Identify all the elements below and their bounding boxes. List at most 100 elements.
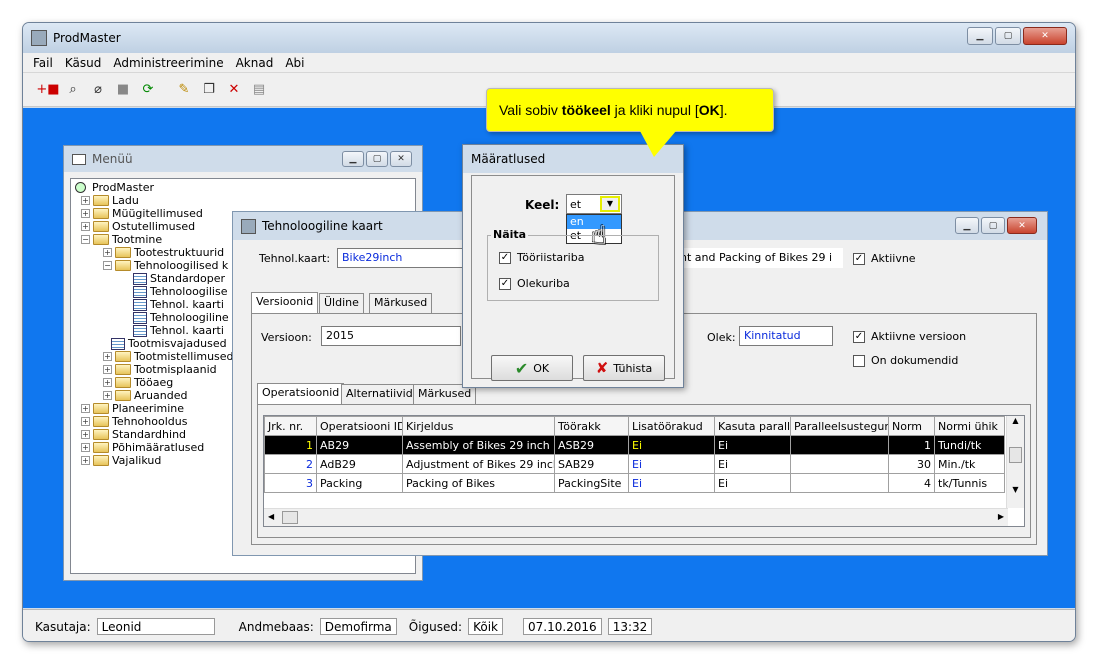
cell[interactable]: [790, 435, 889, 455]
checkmark-icon: ✓: [853, 331, 865, 343]
cell[interactable]: 30: [888, 454, 935, 474]
menu-kasud[interactable]: Käsud: [65, 56, 102, 70]
callout-bold: töökeel: [561, 102, 611, 118]
cell[interactable]: 2: [264, 454, 317, 474]
tree-item[interactable]: ProdMaster: [75, 181, 415, 194]
scroll-up-icon[interactable]: ▲: [1007, 416, 1024, 425]
cell[interactable]: [790, 473, 889, 493]
cell[interactable]: PackingSite: [554, 473, 629, 493]
state-label: Olek:: [707, 331, 736, 344]
cell[interactable]: AB29: [316, 435, 403, 455]
cell[interactable]: [790, 454, 889, 474]
eraser-icon[interactable]: ⌀: [87, 79, 109, 101]
tab-alternatiivid[interactable]: Alternatiivid: [341, 384, 418, 404]
menu-window-titlebar: Menüü ▁ ▢ ✕: [64, 146, 422, 172]
menu-close-button[interactable]: ✕: [390, 151, 412, 167]
table-row[interactable]: 3 Packing Packing of Bikes PackingSite E…: [264, 473, 1005, 493]
delete-icon[interactable]: ✕: [223, 79, 245, 101]
cell[interactable]: 1: [888, 435, 935, 455]
column-header[interactable]: Lisatöörakud: [628, 416, 715, 436]
cell[interactable]: AdB29: [316, 454, 403, 474]
minimize-button[interactable]: ▁: [967, 27, 993, 45]
tree-item[interactable]: + Ladu: [75, 194, 415, 207]
horizontal-scrollbar[interactable]: ◀ ▶: [264, 508, 1008, 526]
tab-operatsioonid[interactable]: Operatsioonid: [257, 383, 345, 405]
add-record-icon[interactable]: +■: [36, 79, 59, 101]
cell[interactable]: Ei: [628, 435, 715, 455]
table-row[interactable]: 1 AB29 Assembly of Bikes 29 inch ASB29 E…: [264, 435, 1005, 455]
print-icon[interactable]: ▤: [248, 79, 270, 101]
cell[interactable]: Packing: [316, 473, 403, 493]
scroll-down-icon[interactable]: ▼: [1007, 485, 1024, 494]
column-header[interactable]: Operatsiooni ID: [316, 416, 403, 436]
cancel-button[interactable]: ✘ Tühista: [583, 355, 665, 381]
binoculars-icon[interactable]: ⌕: [62, 79, 84, 101]
ok-button[interactable]: ✔ OK: [491, 355, 573, 381]
tech-minimize-button[interactable]: ▁: [955, 217, 979, 234]
scroll-left-icon[interactable]: ◀: [268, 512, 274, 521]
menu-abi[interactable]: Abi: [285, 56, 304, 70]
menu-fail[interactable]: Fail: [33, 56, 53, 70]
toolbar-checkbox[interactable]: ✓ Tööriistariba: [499, 251, 584, 264]
card-label: Tehnol.kaart:: [259, 252, 331, 265]
language-select[interactable]: et ▼: [566, 194, 622, 214]
show-group-label: Näita: [491, 228, 529, 241]
cell[interactable]: SAB29: [554, 454, 629, 474]
version-field[interactable]: 2015: [321, 326, 461, 346]
column-header[interactable]: Paralleelsustegur: [790, 416, 889, 436]
cell[interactable]: 3: [264, 473, 317, 493]
column-header[interactable]: Normi ühik: [934, 416, 1005, 436]
cell[interactable]: Tundi/tk: [934, 435, 1005, 455]
cell[interactable]: tk/Tunnis: [934, 473, 1005, 493]
column-header[interactable]: Norm: [888, 416, 935, 436]
description-field[interactable]: nt and Packing of Bikes 29 i: [675, 248, 843, 268]
column-header[interactable]: Kirjeldus: [402, 416, 555, 436]
refresh-icon[interactable]: ⟳: [137, 79, 159, 101]
active-checkbox[interactable]: ✓ Aktiivne: [853, 252, 916, 265]
state-field[interactable]: Kinnitatud: [739, 326, 833, 346]
active-version-checkbox[interactable]: ✓ Aktiivne versioon: [853, 330, 966, 343]
column-header[interactable]: Kasuta parall.: [714, 416, 791, 436]
tech-maximize-button[interactable]: ▢: [981, 217, 1005, 234]
menu-minimize-button[interactable]: ▁: [342, 151, 364, 167]
tab-markused[interactable]: Märkused: [369, 293, 433, 313]
card-field[interactable]: Bike29inch: [337, 248, 467, 268]
chevron-down-icon[interactable]: ▼: [600, 196, 620, 212]
cell[interactable]: Assembly of Bikes 29 inch: [402, 435, 555, 455]
column-header[interactable]: Jrk. nr.: [264, 416, 317, 436]
statusbar-checkbox[interactable]: ✓ Olekuriba: [499, 277, 570, 290]
cell[interactable]: ASB29: [554, 435, 629, 455]
cell[interactable]: Ei: [714, 435, 791, 455]
cell[interactable]: Ei: [714, 454, 791, 474]
statusbar: Kasutaja: Leonid Andmebaas: Demofirma Õi…: [23, 609, 1075, 641]
menu-maximize-button[interactable]: ▢: [366, 151, 388, 167]
tab-uldine[interactable]: Üldine: [319, 293, 364, 313]
scroll-right-icon[interactable]: ▶: [998, 512, 1004, 521]
maximize-button[interactable]: ▢: [995, 27, 1021, 45]
tech-close-button[interactable]: ✕: [1007, 217, 1037, 234]
cell[interactable]: 4: [888, 473, 935, 493]
cell[interactable]: 1: [264, 435, 317, 455]
tech-card-title: Tehnoloogiline kaart: [262, 219, 383, 233]
window-icon[interactable]: ❐: [198, 79, 220, 101]
cell[interactable]: Ei: [628, 454, 715, 474]
folder-icon: [115, 390, 131, 401]
app-icon: [31, 30, 47, 46]
cell[interactable]: Ei: [714, 473, 791, 493]
table-row[interactable]: 2 AdB29 Adjustment of Bikes 29 inch SAB2…: [264, 454, 1005, 474]
close-button[interactable]: ✕: [1023, 27, 1067, 45]
tab-versioonid[interactable]: Versioonid: [251, 292, 319, 314]
cell[interactable]: Packing of Bikes: [402, 473, 555, 493]
menu-aknad[interactable]: Aknad: [236, 56, 274, 70]
scroll-thumb[interactable]: [1009, 447, 1022, 463]
menu-administreerimine[interactable]: Administreerimine: [113, 56, 223, 70]
cell[interactable]: Min./tk: [934, 454, 1005, 474]
column-header[interactable]: Töörakk: [554, 416, 629, 436]
cell[interactable]: Adjustment of Bikes 29 inch: [402, 454, 555, 474]
hscroll-thumb[interactable]: [282, 511, 298, 524]
has-documents-checkbox[interactable]: On dokumendid: [853, 354, 958, 367]
new-document-icon[interactable]: ✎: [173, 79, 195, 101]
cell[interactable]: Ei: [628, 473, 715, 493]
vertical-scrollbar[interactable]: ▲ ▼: [1006, 416, 1024, 508]
stop-icon[interactable]: ■: [112, 79, 134, 101]
